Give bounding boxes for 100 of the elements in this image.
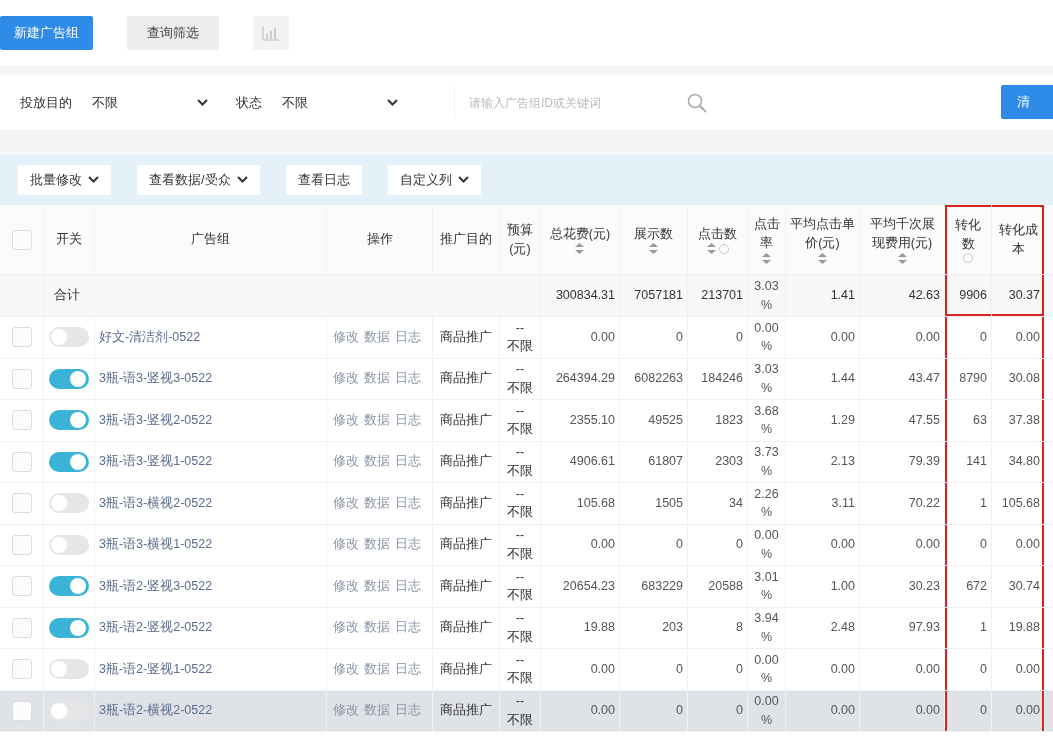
action-link[interactable]: 日志 bbox=[395, 660, 421, 678]
table-cell-text: 1 bbox=[980, 619, 987, 637]
table-cell-text: 2355.10 bbox=[569, 411, 615, 429]
action-link[interactable]: 日志 bbox=[395, 370, 421, 388]
action-link[interactable]: 数据 bbox=[364, 328, 390, 346]
action-link[interactable]: 日志 bbox=[395, 702, 421, 720]
ad-group-name[interactable]: 3瓶-语3-横视2-0522 bbox=[99, 493, 213, 513]
checkbox[interactable] bbox=[11, 451, 32, 472]
checkbox[interactable] bbox=[11, 493, 32, 514]
table-cell-text: 0.00 bbox=[1015, 536, 1040, 554]
ad-group-name[interactable]: 好文-清洁剂-0522 bbox=[99, 327, 201, 347]
toggle-switch[interactable] bbox=[49, 451, 89, 472]
sort-icon[interactable] bbox=[575, 243, 585, 255]
ad-group-name[interactable]: 3瓶-语3-竖视1-0522 bbox=[99, 452, 213, 472]
action-link[interactable]: 日志 bbox=[395, 411, 421, 429]
toolbar-button[interactable]: 查看日志 bbox=[285, 165, 362, 195]
action-link[interactable]: 修改 bbox=[333, 577, 359, 595]
ad-group-name[interactable]: 3瓶-语3-竖视2-0522 bbox=[99, 410, 213, 430]
action-link[interactable]: 日志 bbox=[395, 577, 421, 595]
toggle-switch[interactable] bbox=[49, 700, 89, 721]
action-link[interactable]: 数据 bbox=[364, 660, 390, 678]
ad-group-name[interactable]: 3瓶-语3-横视1-0522 bbox=[99, 535, 213, 555]
action-link[interactable]: 修改 bbox=[333, 619, 359, 637]
action-link[interactable]: 日志 bbox=[395, 536, 421, 554]
checkbox[interactable] bbox=[11, 617, 32, 638]
toggle-switch[interactable] bbox=[49, 617, 89, 638]
table-cell-text: 43.47 bbox=[908, 370, 940, 388]
chevron-down-icon bbox=[457, 176, 469, 184]
toggle-switch[interactable] bbox=[49, 410, 89, 431]
toolbar-button[interactable]: 查看数据/受众 bbox=[137, 165, 260, 195]
sort-icon[interactable] bbox=[649, 243, 658, 255]
action-link[interactable]: 日志 bbox=[395, 619, 421, 637]
ad-group-name[interactable]: 3瓶-语2-竖视1-0522 bbox=[99, 659, 213, 679]
action-link[interactable]: 修改 bbox=[333, 536, 359, 554]
ad-group-name[interactable]: 3瓶-语2-横视2-0522 bbox=[99, 701, 213, 721]
table-cell-text: 商品推广 bbox=[440, 577, 492, 595]
table-cell-text: 0.00 bbox=[830, 536, 855, 554]
action-link[interactable]: 修改 bbox=[333, 370, 359, 388]
toggle-switch[interactable] bbox=[49, 493, 89, 514]
action-link[interactable]: 修改 bbox=[333, 494, 359, 512]
action-link[interactable]: 数据 bbox=[364, 577, 390, 595]
checkbox[interactable] bbox=[11, 576, 32, 597]
ad-group-name[interactable]: 3瓶-语2-竖视2-0522 bbox=[99, 618, 213, 638]
table-cell-text: 37.38 bbox=[1008, 411, 1040, 429]
table-cell-text: 0.00 bbox=[1015, 702, 1040, 720]
table-cell-text: 6082263 bbox=[634, 370, 683, 388]
chevron-down-icon bbox=[236, 176, 248, 184]
toggle-switch[interactable] bbox=[49, 534, 89, 555]
action-link[interactable]: 修改 bbox=[333, 328, 359, 346]
toggle-switch[interactable] bbox=[49, 576, 89, 597]
action-link[interactable]: 修改 bbox=[333, 660, 359, 678]
table-cell-text: 8790 bbox=[959, 370, 987, 388]
action-link[interactable]: 修改 bbox=[333, 411, 359, 429]
action-link[interactable]: 数据 bbox=[364, 702, 390, 720]
action-link[interactable]: 日志 bbox=[395, 453, 421, 471]
toggle-switch[interactable] bbox=[49, 659, 89, 680]
toolbar-button[interactable]: 自定义列 bbox=[387, 165, 481, 195]
action-link[interactable]: 数据 bbox=[364, 411, 390, 429]
sort-icon[interactable] bbox=[818, 252, 827, 264]
checkbox[interactable] bbox=[11, 410, 32, 431]
action-link[interactable]: 修改 bbox=[333, 702, 359, 720]
new-ad-group-button[interactable]: 新建广告组 bbox=[0, 16, 93, 50]
query-filter-button[interactable]: 查询筛选 bbox=[127, 16, 219, 50]
table-cell-text: -- 不限 bbox=[507, 568, 533, 605]
column-header: 平均点击单价(元) bbox=[790, 216, 855, 252]
column-header: 平均千次展现费用(元) bbox=[868, 216, 936, 252]
action-link[interactable]: 数据 bbox=[364, 453, 390, 471]
sort-icon[interactable] bbox=[897, 252, 907, 264]
clear-button[interactable]: 清 bbox=[1001, 85, 1053, 119]
search-icon[interactable] bbox=[686, 91, 708, 114]
sort-icon[interactable] bbox=[706, 243, 716, 255]
search-field[interactable]: 请输入广告组ID或关键词 bbox=[455, 94, 686, 111]
ad-group-name[interactable]: 3瓶-语3-竖视3-0522 bbox=[99, 369, 213, 389]
checkbox[interactable] bbox=[11, 659, 32, 680]
bar-chart-icon[interactable] bbox=[253, 16, 289, 50]
table-cell-text: 1505 bbox=[655, 494, 683, 512]
checkbox[interactable] bbox=[11, 534, 32, 555]
sort-icon[interactable] bbox=[762, 252, 771, 264]
checkbox[interactable] bbox=[11, 327, 32, 348]
table-cell-text: 0 bbox=[980, 328, 987, 346]
table-cell-text: 30.74 bbox=[1008, 577, 1040, 595]
toggle-switch[interactable] bbox=[49, 327, 89, 348]
action-link[interactable]: 日志 bbox=[395, 328, 421, 346]
checkbox[interactable] bbox=[11, 368, 32, 389]
action-link[interactable]: 数据 bbox=[364, 494, 390, 512]
checkbox[interactable] bbox=[11, 229, 32, 250]
action-link[interactable]: 数据 bbox=[364, 536, 390, 554]
action-link[interactable]: 数据 bbox=[364, 619, 390, 637]
action-link[interactable]: 数据 bbox=[364, 370, 390, 388]
table-cell-text: 商品推广 bbox=[440, 328, 492, 346]
table-cell-text: 42.63 bbox=[908, 287, 940, 305]
table-cell-text: 0 bbox=[736, 702, 743, 720]
action-link[interactable]: 日志 bbox=[395, 494, 421, 512]
checkbox[interactable] bbox=[11, 700, 32, 721]
table-cell-text: -- 不限 bbox=[507, 485, 533, 522]
ad-group-name[interactable]: 3瓶-语2-竖视3-0522 bbox=[99, 576, 213, 596]
table-cell-text: 672 bbox=[966, 577, 987, 595]
toolbar-button[interactable]: 批量修改 bbox=[18, 165, 111, 195]
toggle-switch[interactable] bbox=[49, 368, 89, 389]
action-link[interactable]: 修改 bbox=[333, 453, 359, 471]
